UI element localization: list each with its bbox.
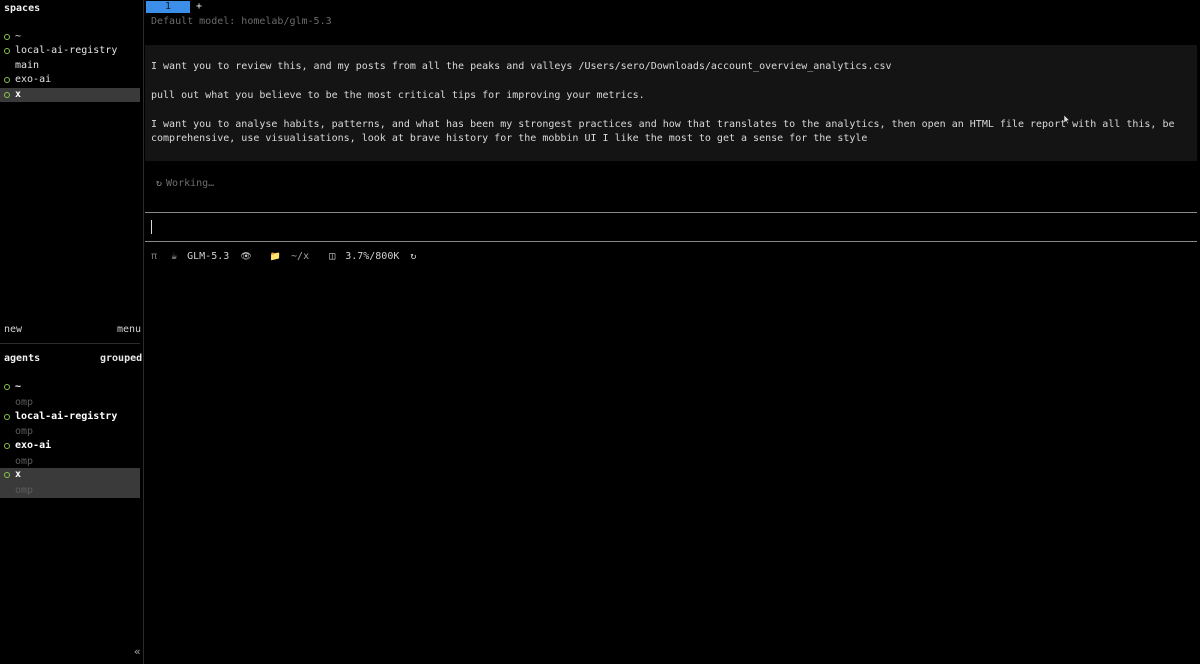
agent-sub-label: omp (15, 397, 34, 408)
agent-item-exo-ai[interactable]: exo-ai (0, 439, 140, 453)
agent-item-home[interactable]: ~ (0, 380, 140, 394)
space-item-main[interactable]: main (0, 59, 140, 73)
space-label: exo-ai (15, 74, 52, 85)
agent-item-x[interactable]: x (0, 468, 140, 483)
agent-sub-item: omp (0, 454, 140, 469)
agent-label: exo-ai (15, 440, 52, 451)
agent-sub-label: omp (15, 426, 34, 437)
message-line: I want you to review this, and my posts … (151, 61, 892, 72)
status-dot-icon (4, 443, 10, 449)
collapse-sidebar-icon[interactable]: « (134, 645, 141, 658)
agent-sub-label: omp (15, 456, 34, 467)
status-dot-icon (4, 384, 10, 390)
input-border-top (145, 212, 1197, 213)
agent-label: x (15, 469, 22, 480)
agent-label: ~ (15, 381, 22, 392)
status-dot-icon (4, 472, 10, 478)
space-label: local-ai-registry (15, 45, 118, 56)
agent-sub-item: omp (0, 424, 140, 439)
context-icon: ◫ (329, 251, 336, 262)
input-border-bottom (145, 241, 1197, 242)
prompt-input[interactable] (151, 220, 152, 234)
context-usage: 3.7%/800K (345, 251, 400, 262)
add-tab-button[interactable]: + (196, 1, 202, 13)
status-dot-icon (4, 48, 10, 54)
refresh-icon[interactable]: ↻ (410, 251, 416, 262)
message-line: pull out what you believe to be the most… (151, 90, 645, 101)
new-button[interactable]: new (4, 324, 22, 335)
working-indicator: ↻ Working… (156, 178, 214, 189)
current-path: ~/x (291, 251, 310, 262)
agents-title: agents (4, 353, 41, 364)
folder-icon: 📁 (269, 252, 281, 262)
message-line: comprehensive, use visualisations, look … (151, 133, 868, 144)
agent-sub-item: omp (0, 483, 140, 498)
status-dot-icon (4, 414, 10, 420)
pi-icon: π (151, 251, 158, 262)
space-label: ~ (15, 31, 22, 42)
user-message: I want you to review this, and my posts … (145, 45, 1197, 161)
working-text: Working… (166, 178, 215, 189)
spinner-icon: ↻ (156, 178, 163, 189)
model-icon: ☕ (171, 251, 178, 262)
sidebar-divider (0, 343, 140, 344)
terminal-app: spaces ~ local-ai-registry main exo-ai x… (0, 0, 1200, 664)
agent-sub-label: omp (15, 485, 34, 496)
agent-item-local-ai-registry[interactable]: local-ai-registry (0, 410, 140, 424)
message-line: I want you to analyse habits, patterns, … (151, 119, 1175, 130)
space-item-x[interactable]: x (0, 88, 140, 102)
menu-button[interactable]: menu (117, 324, 141, 335)
spaces-title: spaces (4, 3, 41, 14)
space-item-home[interactable]: ~ (0, 30, 140, 44)
status-dot-icon (4, 34, 10, 40)
main-pane: 1 + Default model: homelab/glm-5.3 I wan… (145, 0, 1200, 664)
tab-1[interactable]: 1 (146, 1, 190, 13)
pane-divider[interactable] (143, 0, 144, 664)
space-label: x (15, 89, 22, 100)
space-item-exo-ai[interactable]: exo-ai (0, 73, 140, 87)
model-name[interactable]: GLM-5.3 (187, 251, 229, 262)
default-model-text: Default model: homelab/glm-5.3 (151, 16, 332, 27)
mouse-pointer-icon (1063, 114, 1071, 127)
status-dot-icon (4, 77, 10, 83)
sidebar: spaces ~ local-ai-registry main exo-ai x… (0, 0, 142, 664)
agent-sub-item: omp (0, 395, 140, 410)
space-item-local-ai-registry[interactable]: local-ai-registry (0, 44, 140, 58)
agent-label: local-ai-registry (15, 411, 118, 422)
status-bar: π ☕ GLM-5.3 👁 📁 ~/x ◫ 3.7%/800K ↻ (151, 251, 416, 262)
status-dot-icon (4, 92, 10, 98)
space-label: main (15, 60, 40, 71)
grouped-toggle[interactable]: grouped (100, 353, 142, 364)
eye-icon[interactable]: 👁 (240, 252, 251, 262)
